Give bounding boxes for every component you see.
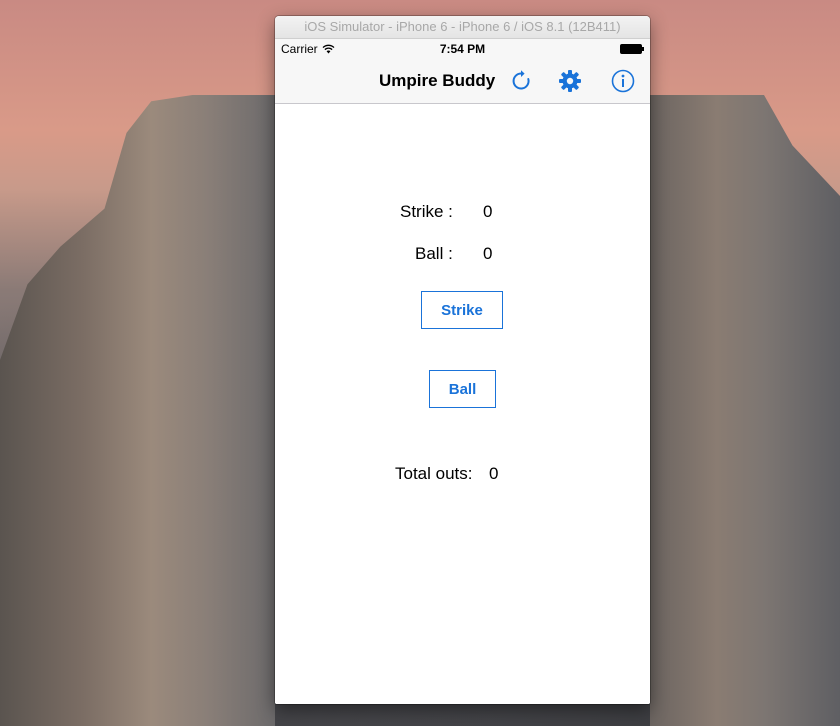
strike-count-label: Strike :: [400, 202, 453, 221]
strike-button[interactable]: Strike: [421, 291, 503, 329]
settings-button[interactable]: [558, 69, 582, 93]
strike-count-value: 0: [483, 202, 493, 221]
window-title: iOS Simulator - iPhone 6 - iPhone 6 / iO…: [304, 19, 621, 34]
info-button[interactable]: [611, 69, 635, 93]
window-titlebar[interactable]: iOS Simulator - iPhone 6 - iPhone 6 / iO…: [275, 16, 650, 39]
total-outs-label: Total outs:: [395, 464, 473, 483]
ball-count-label: Ball :: [415, 244, 453, 263]
total-outs-value: 0: [489, 464, 499, 483]
wallpaper-cliff-right: [650, 95, 840, 726]
status-time: 7:54 PM: [439, 42, 486, 56]
ball-count-value: 0: [483, 244, 493, 263]
info-icon: [611, 69, 635, 93]
wallpaper-cliff-left: [0, 95, 275, 726]
reset-button[interactable]: [509, 69, 533, 93]
nav-title: Umpire Buddy: [379, 71, 496, 90]
battery-icon: [620, 44, 644, 54]
simulator-window: iOS Simulator - iPhone 6 - iPhone 6 / iO…: [275, 16, 650, 704]
ball-button[interactable]: Ball: [429, 370, 496, 408]
navigation-bar: Umpire Buddy: [275, 59, 650, 104]
gear-icon: [559, 70, 581, 92]
main-content: Strike : 0 Ball : 0 Strike Ball Total ou…: [275, 104, 650, 704]
refresh-icon: [512, 70, 530, 90]
status-bar: Carrier 7:54 PM: [275, 39, 650, 59]
